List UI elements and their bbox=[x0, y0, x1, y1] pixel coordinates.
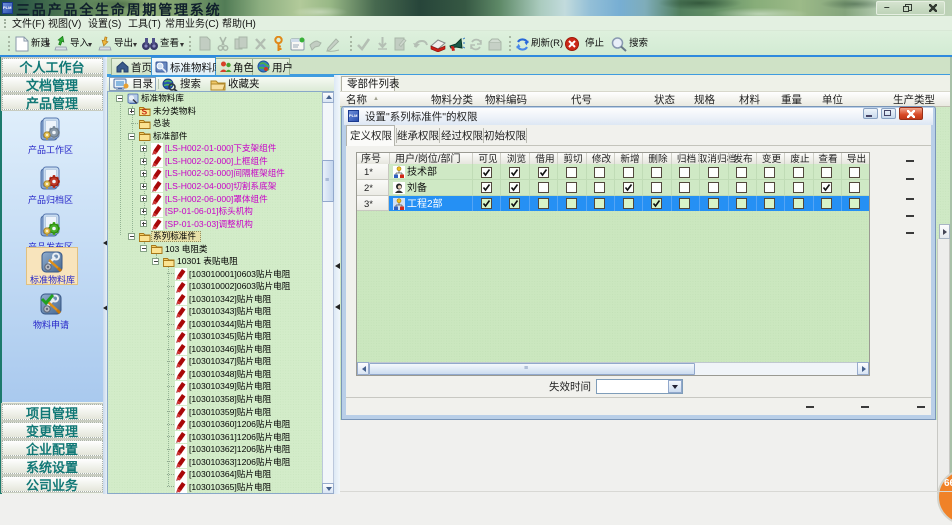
svg-text:S: S bbox=[142, 107, 148, 117]
